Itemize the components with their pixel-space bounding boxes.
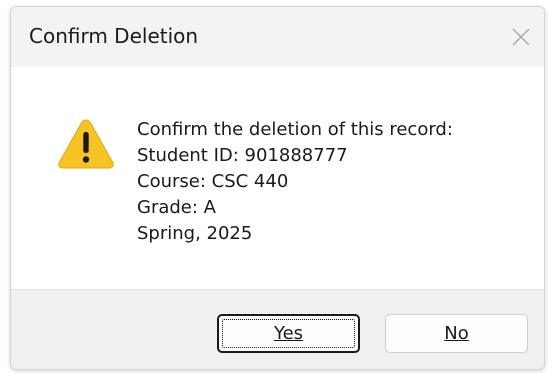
message-line-course: Course: CSC 440 bbox=[137, 171, 289, 192]
no-button-label: No bbox=[444, 323, 469, 344]
close-icon bbox=[512, 28, 530, 46]
title-bar: Confirm Deletion bbox=[11, 7, 544, 67]
warning-icon bbox=[58, 119, 114, 169]
dialog-content: Confirm the deletion of this record: Stu… bbox=[11, 67, 544, 289]
message-line-student-id: Student ID: 901888777 bbox=[137, 145, 348, 166]
close-button[interactable] bbox=[498, 7, 544, 67]
message-line-grade: Grade: A bbox=[137, 197, 216, 218]
focus-ring bbox=[222, 319, 355, 348]
no-button[interactable]: No bbox=[385, 314, 528, 353]
confirm-deletion-dialog: Confirm Deletion Confirm the deletion of… bbox=[10, 6, 545, 370]
dialog-title: Confirm Deletion bbox=[29, 24, 199, 48]
message-line-prompt: Confirm the deletion of this record: bbox=[137, 119, 453, 140]
button-bar: Yes No bbox=[11, 289, 544, 369]
message-line-term: Spring, 2025 bbox=[137, 223, 253, 244]
confirmation-message: Confirm the deletion of this record: Stu… bbox=[137, 117, 453, 247]
yes-button[interactable]: Yes bbox=[217, 314, 360, 353]
